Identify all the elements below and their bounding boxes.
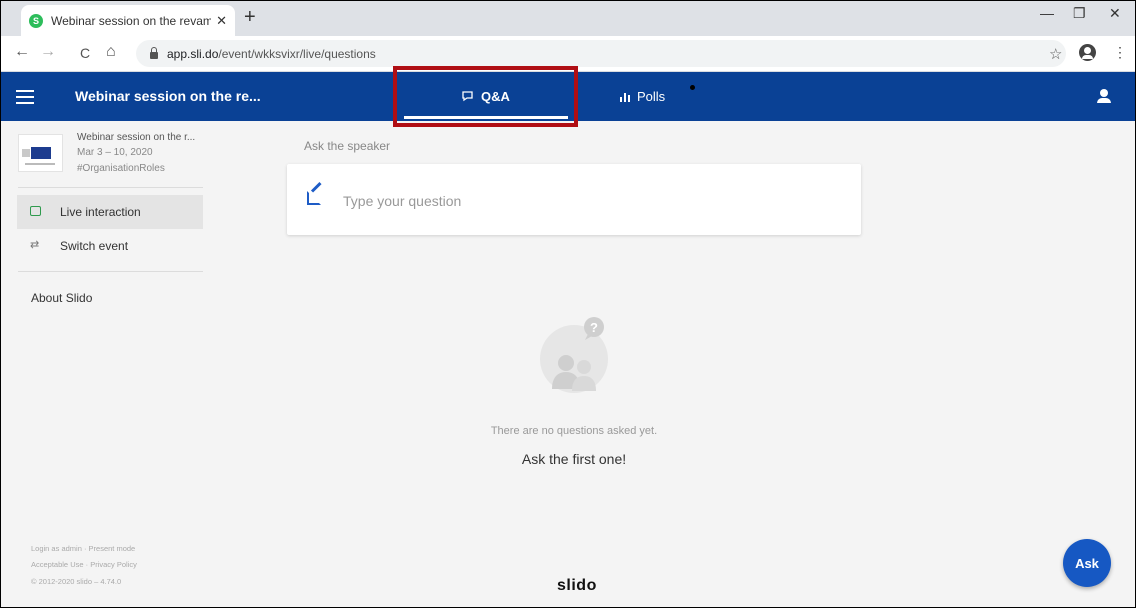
app-header: Webinar session on the re... Q&A Polls bbox=[0, 72, 1136, 121]
sidebar-item-switch-event[interactable]: ⇄ Switch event bbox=[17, 229, 203, 263]
bookmark-star-icon[interactable]: ☆ bbox=[1049, 45, 1062, 63]
url-text: app.sli.do/event/wkksvixr/live/questions bbox=[167, 46, 376, 61]
polls-notification-dot bbox=[690, 85, 695, 90]
sidebar: Webinar session on the r... Mar 3 – 10, … bbox=[0, 121, 219, 608]
slido-logo: slido bbox=[557, 577, 597, 594]
ask-speaker-label: Ask the speaker bbox=[304, 139, 391, 153]
event-name: Webinar session on the r... bbox=[77, 132, 196, 143]
switch-arrows-icon: ⇄ bbox=[30, 239, 40, 251]
event-hashtag: #OrganisationRoles bbox=[77, 163, 165, 174]
empty-state-cta: Ask the first one! bbox=[521, 451, 627, 467]
user-icon[interactable] bbox=[1097, 89, 1111, 103]
minimize-icon[interactable]: — bbox=[1040, 5, 1054, 21]
browser-tab[interactable]: S Webinar session on the revampe ✕ bbox=[21, 5, 235, 36]
slido-favicon-icon: S bbox=[29, 13, 43, 28]
tab-qa-label: Q&A bbox=[481, 89, 510, 104]
sidebar-item-label: Switch event bbox=[60, 239, 129, 253]
sidebar-item-label: Live interaction bbox=[60, 205, 141, 219]
footer-policy-links[interactable]: Acceptable Use · Privacy Policy bbox=[31, 560, 137, 569]
tab-title: Webinar session on the revampe bbox=[51, 13, 211, 28]
reload-icon[interactable]: C bbox=[80, 45, 90, 61]
hamburger-menu-icon[interactable] bbox=[16, 90, 34, 104]
browser-tab-strip: S Webinar session on the revampe ✕ + — ❐… bbox=[0, 0, 1136, 36]
sidebar-item-live-interaction[interactable]: Live interaction bbox=[17, 195, 203, 229]
no-questions-illustration-icon: ? bbox=[540, 317, 608, 393]
main-content: Ask the speaker Type your question ? The… bbox=[219, 121, 1136, 608]
tab-close-icon[interactable]: ✕ bbox=[216, 13, 227, 29]
address-bar[interactable]: app.sli.do/event/wkksvixr/live/questions bbox=[136, 40, 1066, 67]
question-placeholder: Type your question bbox=[343, 193, 462, 209]
event-date: Mar 3 – 10, 2020 bbox=[77, 147, 153, 158]
about-slido-link[interactable]: About Slido bbox=[31, 291, 92, 305]
divider bbox=[18, 271, 203, 272]
polls-bars-icon bbox=[620, 93, 630, 102]
browser-menu-icon[interactable]: ⋮ bbox=[1113, 44, 1127, 61]
tab-qa[interactable]: Q&A bbox=[404, 72, 568, 121]
footer-admin-links[interactable]: Login as admin · Present mode bbox=[31, 544, 135, 553]
divider bbox=[18, 187, 203, 188]
edit-pencil-icon bbox=[307, 191, 321, 205]
home-icon[interactable]: ⌂ bbox=[106, 43, 116, 61]
qa-bubble-icon bbox=[462, 90, 473, 101]
svg-text:?: ? bbox=[590, 320, 598, 335]
event-thumbnail bbox=[18, 134, 63, 172]
restore-icon[interactable]: ❐ bbox=[1073, 5, 1086, 22]
tab-polls[interactable]: Polls bbox=[620, 72, 665, 121]
lock-icon bbox=[150, 46, 158, 59]
active-tab-indicator bbox=[404, 116, 568, 119]
tab-polls-label: Polls bbox=[637, 89, 666, 104]
question-input[interactable]: Type your question bbox=[287, 164, 861, 235]
close-window-icon[interactable]: ✕ bbox=[1109, 5, 1121, 22]
browser-toolbar: ← → C ⌂ app.sli.do/event/wkksvixr/live/q… bbox=[0, 36, 1136, 72]
profile-icon[interactable] bbox=[1079, 44, 1096, 61]
footer-copyright: © 2012-2020 slido – 4.74.0 bbox=[31, 577, 122, 586]
forward-icon[interactable]: → bbox=[40, 43, 56, 61]
empty-state-message: There are no questions asked yet. bbox=[490, 425, 658, 437]
event-title: Webinar session on the re... bbox=[75, 88, 261, 104]
back-icon[interactable]: ← bbox=[14, 43, 30, 61]
chat-icon bbox=[30, 206, 41, 216]
new-tab-button[interactable]: + bbox=[244, 7, 256, 27]
ask-button[interactable]: Ask bbox=[1063, 539, 1111, 587]
